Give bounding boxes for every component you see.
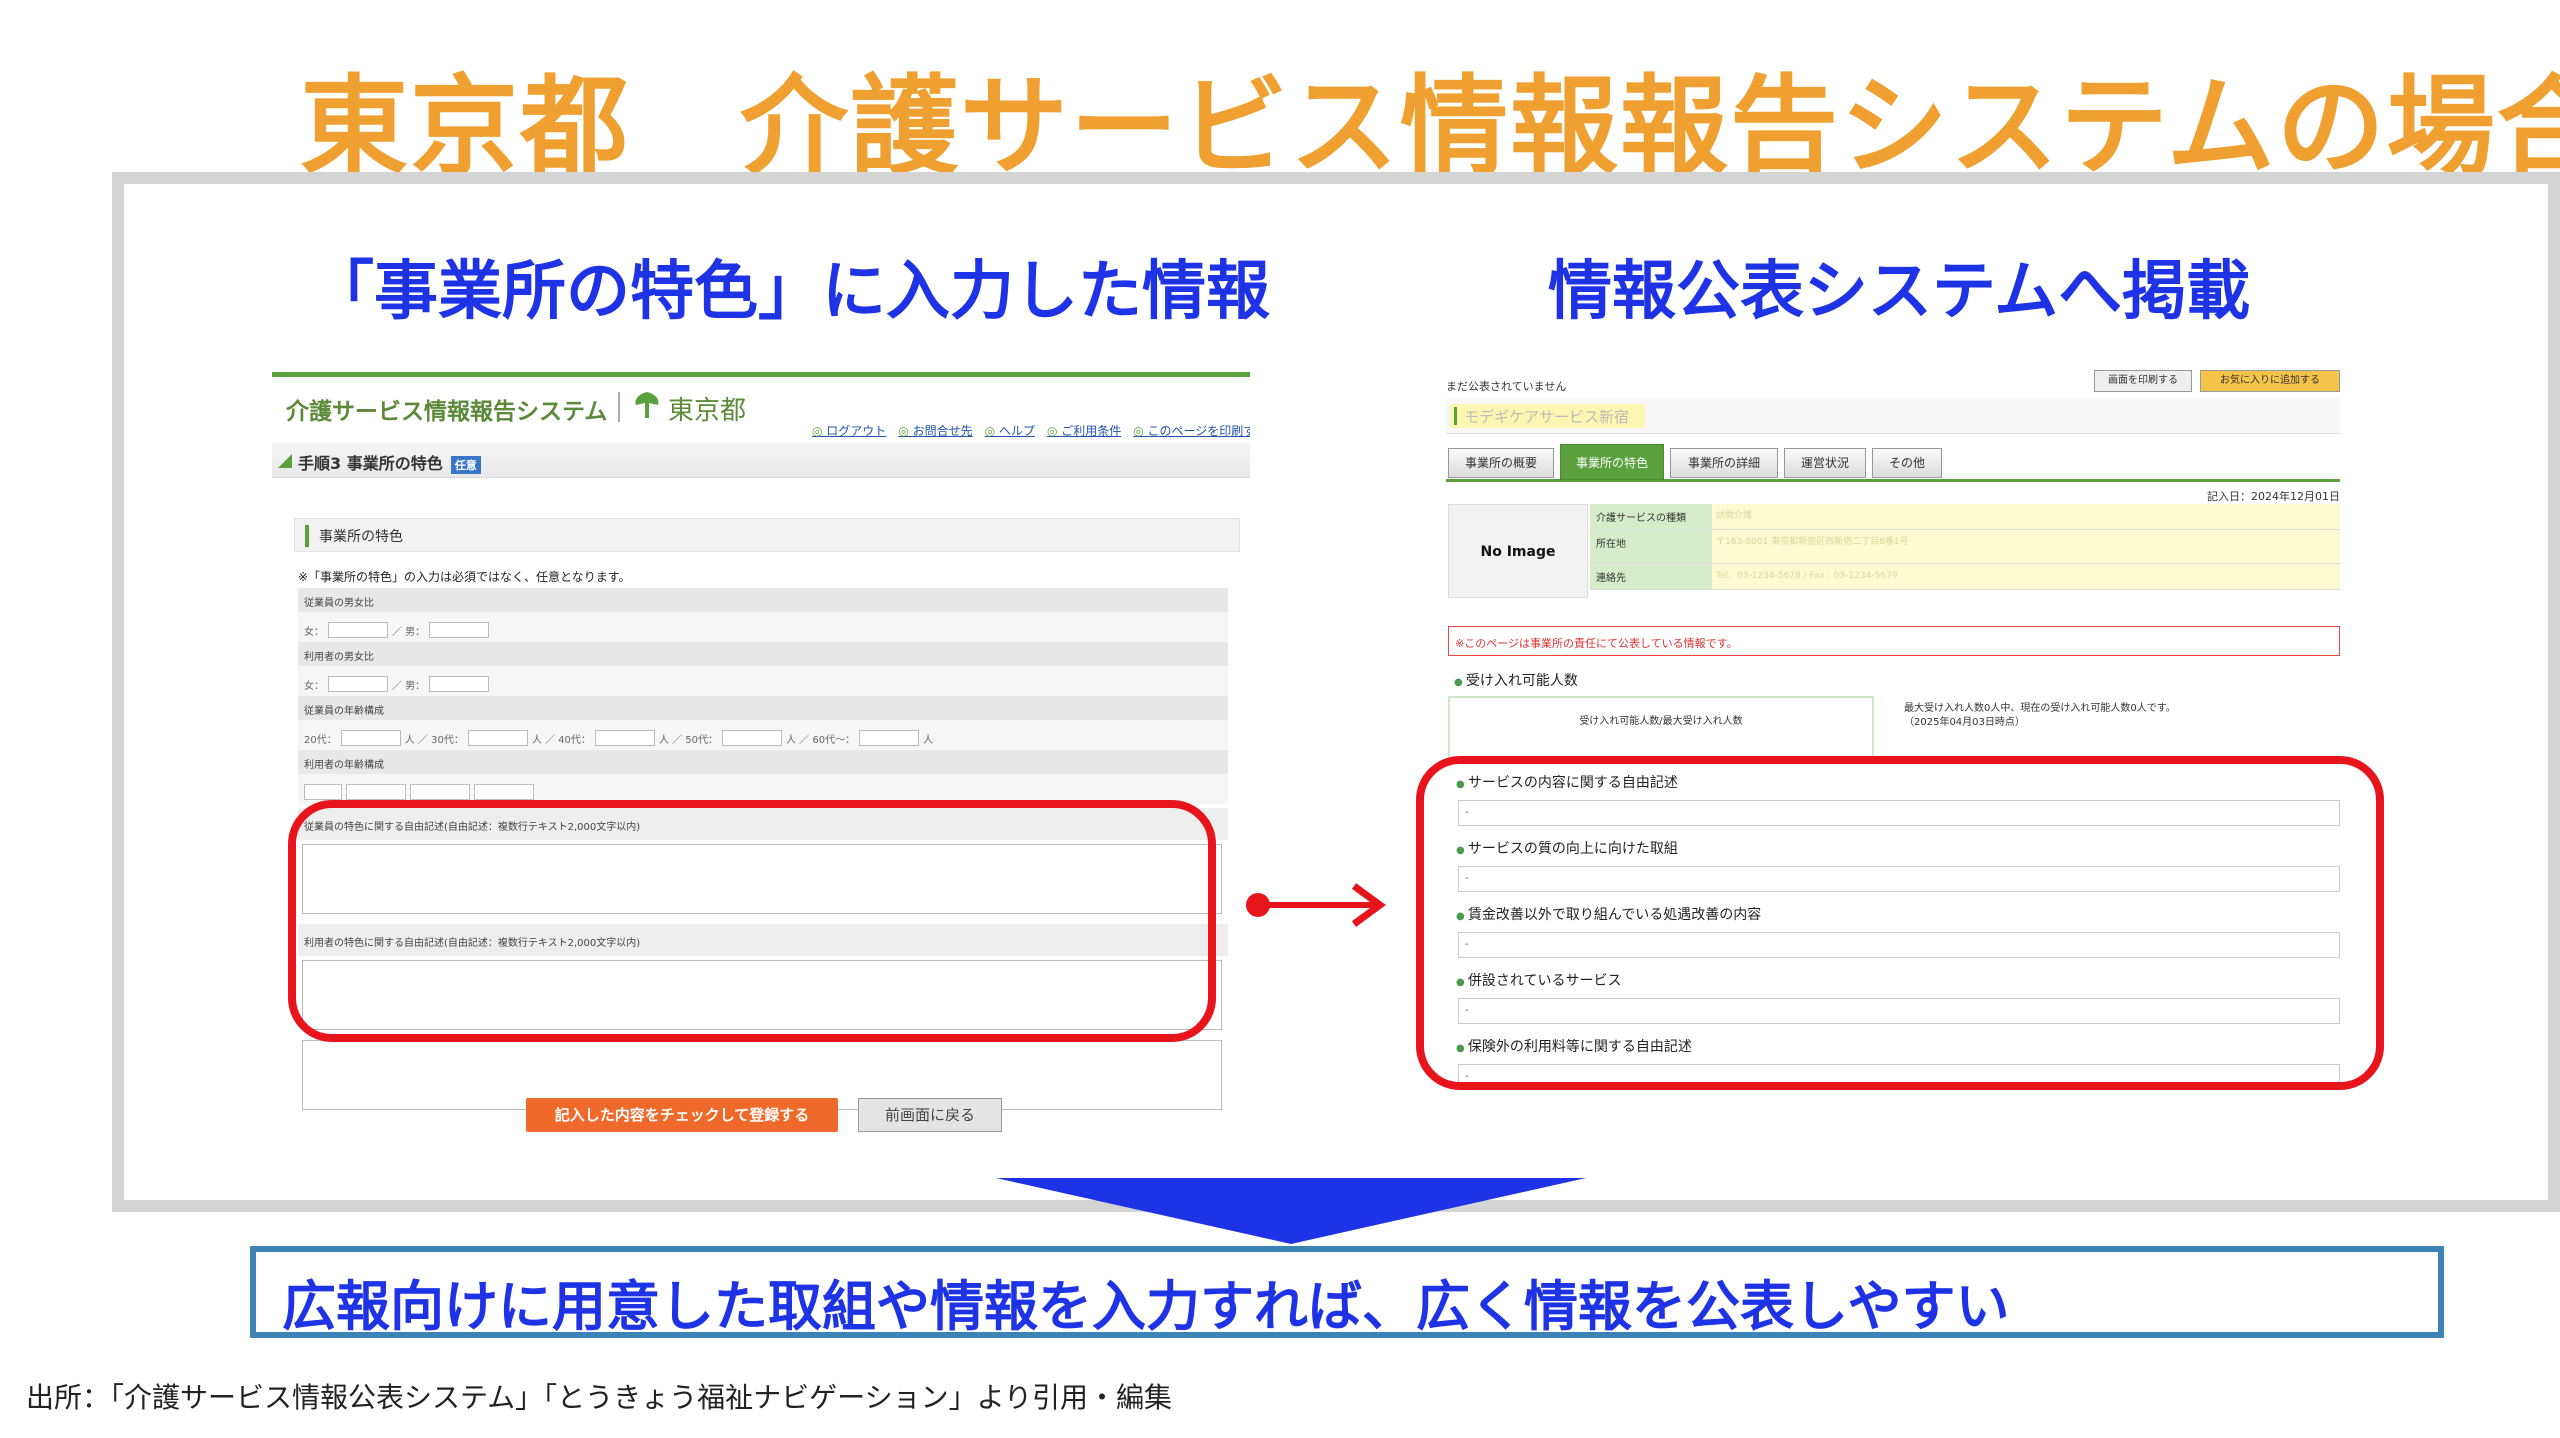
nav-help[interactable]: ヘルプ	[985, 422, 1035, 439]
capacity-label: 受け入れ可能人数/最大受け入れ人数	[1579, 716, 1743, 727]
male-ratio-input[interactable]	[429, 676, 490, 692]
female-ratio-input[interactable]	[328, 622, 388, 638]
age-input[interactable]	[346, 784, 406, 800]
capacity-box: 受け入れ可能人数/最大受け入れ人数	[1448, 696, 1874, 760]
row-header: 従業員の年齢構成	[298, 696, 1228, 720]
red-arrow-icon	[1246, 883, 1386, 927]
tab-operations[interactable]: 運営状況	[1784, 448, 1866, 478]
facility-name: モデギケアサービス新宿	[1450, 404, 1646, 428]
ratio-field-row: 女：／ 男：	[298, 612, 1228, 642]
step-header: 手順3 事業所の特色 任意	[272, 442, 1250, 478]
tab-bar: 事業所の概要 事業所の特色 事業所の詳細 運営状況 その他	[1446, 438, 2340, 482]
facility-info-table: 介護サービスの種類 訪問介護 所在地 〒163-8001 東京都新宿区西新宿二丁目8…	[1590, 504, 2340, 590]
header-nav: ログアウト お問合せ先 ヘルプ ご利用条件 このページを印刷する	[812, 422, 1250, 439]
attribute-form: 従業員の男女比 女：／ 男： 利用者の男女比 女：／ 男： 従業員の年齢構成 2…	[298, 588, 1228, 804]
responsibility-notice: ※このページは事業所の責任にて公表している情報です。	[1448, 626, 2340, 656]
male-ratio-input[interactable]	[429, 622, 490, 638]
row-header: 利用者の年齢構成	[298, 750, 1228, 774]
tab-other[interactable]: その他	[1872, 448, 1942, 478]
app-name: 介護サービス情報報告システム	[286, 399, 608, 425]
info-key: 連絡先	[1590, 564, 1712, 589]
header-divider	[618, 392, 620, 422]
age-input[interactable]	[594, 730, 655, 746]
section-title: 事業所の特色	[294, 518, 1240, 552]
age-input[interactable]	[474, 784, 534, 800]
right-heading: 情報公表システムへ掲載	[1548, 255, 2251, 329]
optional-tag: 任意	[450, 455, 481, 474]
submit-button[interactable]: 記入した内容をチェックして登録する	[526, 1098, 838, 1132]
left-heading: 「事業所の特色」に入力した情報	[310, 255, 1270, 329]
favorite-button[interactable]: お気に入りに追加する	[2200, 370, 2340, 392]
info-value: Tel：03-1234-5678 / Fax：03-1234-5679	[1712, 564, 2340, 589]
highlight-input-area	[288, 800, 1216, 1042]
age-field-row: 20代：人 ／ 30代：人 ／ 40代：人 ／ 50代：人 ／ 60代～：人	[298, 720, 1228, 750]
capacity-note: 最大受け入れ人数0人中、現在の受け入れ可能人数0人です。 （2025年04月03…	[1904, 702, 2176, 730]
age-input[interactable]	[722, 730, 783, 746]
row-header: 従業員の男女比	[298, 588, 1228, 612]
facility-name-bar: モデギケアサービス新宿	[1446, 398, 2340, 434]
row-header: 利用者の男女比	[298, 642, 1228, 666]
tab-details[interactable]: 事業所の詳細	[1670, 448, 1778, 478]
tree-icon	[635, 392, 659, 418]
info-value: 訪問介護	[1712, 504, 2340, 529]
step-title: 手順3 事業所の特色	[298, 454, 443, 473]
nav-print[interactable]: このページを印刷する	[1133, 422, 1250, 439]
header-accent-line	[272, 372, 1250, 377]
main-title: 東京都 介護サービス情報報告システムの場合	[300, 65, 2560, 190]
nav-terms[interactable]: ご利用条件	[1047, 422, 1121, 439]
capacity-note-date: （2025年04月03日時点）	[1904, 717, 2025, 728]
source-note: 出所：「介護サービス情報公表システム」「とうきょう福祉ナビゲーション」より引用・…	[26, 1381, 1173, 1414]
print-button[interactable]: 画面を印刷する	[2094, 370, 2192, 392]
tab-features[interactable]: 事業所の特色	[1560, 444, 1664, 480]
age-input[interactable]	[304, 784, 342, 800]
female-ratio-input[interactable]	[328, 676, 388, 692]
highlight-published-area	[1416, 756, 2384, 1090]
nav-logout[interactable]: ログアウト	[812, 422, 886, 439]
facility-image-placeholder: No Image	[1448, 504, 1588, 598]
age-input[interactable]	[467, 730, 528, 746]
back-button[interactable]: 前画面に戻る	[858, 1098, 1002, 1132]
age-input[interactable]	[340, 730, 401, 746]
age-input[interactable]	[410, 784, 470, 800]
info-value: 〒163-8001 東京都新宿区西新宿二丁目8番1号	[1712, 530, 2340, 563]
conclusion-box: 広報向けに用意した取組や情報を入力すれば、広く情報を公表しやすい	[250, 1246, 2444, 1338]
capacity-heading: 受け入れ可能人数	[1454, 670, 1578, 690]
info-key: 介護サービスの種類	[1590, 504, 1712, 529]
optional-note: ※「事業所の特色」の入力は必須ではなく、任意となります。	[298, 570, 631, 584]
city-name: 東京都	[668, 396, 747, 426]
nav-contact[interactable]: お問合せ先	[898, 422, 973, 439]
entry-date: 記入日：2024年12月01日	[2207, 490, 2340, 503]
down-arrow-icon	[996, 1178, 1586, 1244]
pending-status: まだ公表されていません	[1446, 380, 1567, 393]
capacity-note-line: 最大受け入れ人数0人中、現在の受け入れ可能人数0人です。	[1904, 703, 2176, 714]
info-key: 所在地	[1590, 530, 1712, 563]
ratio-field-row: 女：／ 男：	[298, 666, 1228, 696]
tab-overview[interactable]: 事業所の概要	[1448, 448, 1554, 478]
conclusion-text: 広報向けに用意した取組や情報を入力すれば、広く情報を公表しやすい	[282, 1275, 2010, 1338]
age-input[interactable]	[859, 730, 920, 746]
